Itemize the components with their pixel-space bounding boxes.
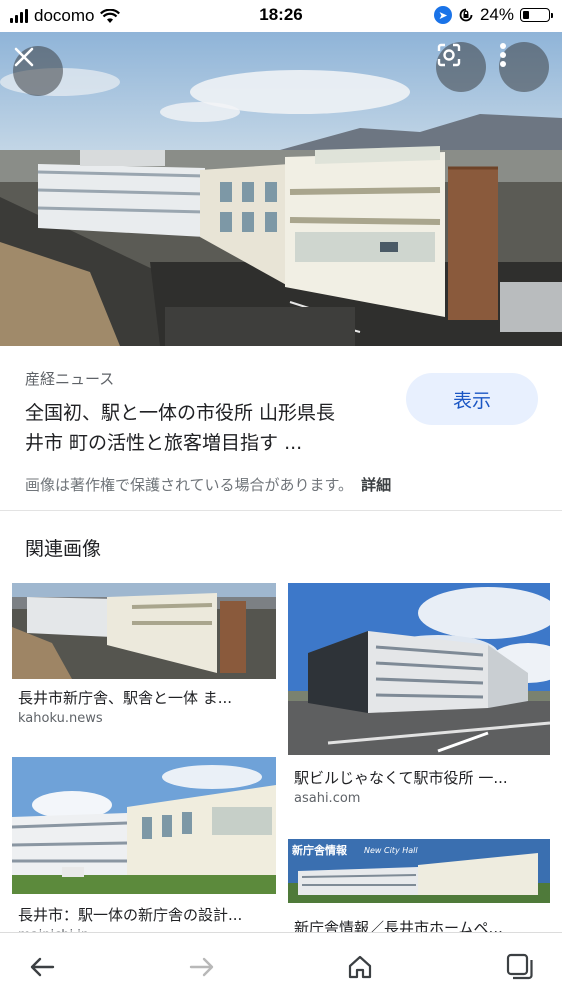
related-title: 駅ビルじゃなくて駅市役所 一...	[294, 769, 508, 787]
lens-icon	[437, 43, 461, 67]
tabs-icon	[506, 953, 533, 980]
copyright-text: 画像は著作権で保護されている場合があります。	[25, 476, 354, 494]
banner-subtitle: New City Hall	[364, 846, 418, 855]
result-title-line1: 全国初、駅と一体の市役所 山形県長	[25, 402, 336, 424]
location-icon: ➤	[433, 6, 452, 24]
status-right: ➤ 24%	[433, 5, 553, 25]
result-title-line2: 井市 町の活性と旅客増目指す ...	[25, 432, 303, 454]
related-image-card[interactable]: 新庁舎情報 New City Hall 新庁舎情報／長井市ホームペ...	[288, 839, 550, 937]
hero-image[interactable]	[0, 32, 562, 346]
close-button[interactable]	[13, 46, 63, 96]
related-source: asahi.com	[294, 791, 361, 806]
related-image-card[interactable]: 駅ビルじゃなくて駅市役所 一... asahi.com	[288, 583, 550, 813]
back-button[interactable]	[24, 949, 60, 985]
related-title: 長井市新庁舎、駅舎と一体 ま...	[18, 689, 233, 707]
result-title[interactable]: 全国初、駅と一体の市役所 山形県長 井市 町の活性と旅客増目指す ...	[25, 398, 385, 458]
related-images-heading: 関連画像	[25, 538, 102, 560]
battery-percent: 24%	[479, 5, 514, 24]
orientation-lock-icon	[459, 8, 473, 22]
tabs-button[interactable]	[502, 949, 538, 985]
copyright-notice: 画像は著作権で保護されている場合があります。 詳細	[25, 474, 391, 495]
back-arrow-icon	[30, 957, 55, 977]
forward-button[interactable]	[184, 949, 220, 985]
lens-button[interactable]	[436, 42, 486, 92]
more-button[interactable]	[499, 42, 549, 92]
related-thumbnail[interactable]	[288, 583, 550, 755]
details-link[interactable]: 詳細	[361, 476, 391, 494]
related-image-card[interactable]: 長井市：駅一体の新庁舎の設計... mainichi.jp	[12, 757, 276, 943]
forward-arrow-icon	[189, 957, 214, 977]
related-image-card[interactable]: 長井市新庁舎、駅舎と一体 ま... kahoku.news	[12, 583, 276, 733]
home-button[interactable]	[342, 949, 378, 985]
related-source: kahoku.news	[18, 711, 103, 726]
battery-icon	[520, 8, 553, 22]
image-info-panel: 産経ニュース 全国初、駅と一体の市役所 山形県長 井市 町の活性と旅客増目指す …	[0, 346, 562, 511]
status-bar: docomo 18:26 ➤ 24%	[0, 0, 562, 32]
more-vert-icon	[500, 43, 506, 67]
related-thumbnail[interactable]	[12, 757, 276, 894]
close-icon	[14, 47, 34, 67]
view-button[interactable]: 表示	[406, 373, 538, 425]
home-icon	[348, 955, 372, 979]
banner-title: 新庁舎情報	[292, 844, 347, 857]
related-title: 長井市：駅一体の新庁舎の設計...	[18, 906, 243, 924]
bottom-navigation	[0, 932, 562, 1001]
related-thumbnail[interactable]	[12, 583, 276, 679]
related-thumbnail[interactable]: 新庁舎情報 New City Hall	[288, 839, 550, 903]
source-name[interactable]: 産経ニュース	[25, 368, 114, 389]
